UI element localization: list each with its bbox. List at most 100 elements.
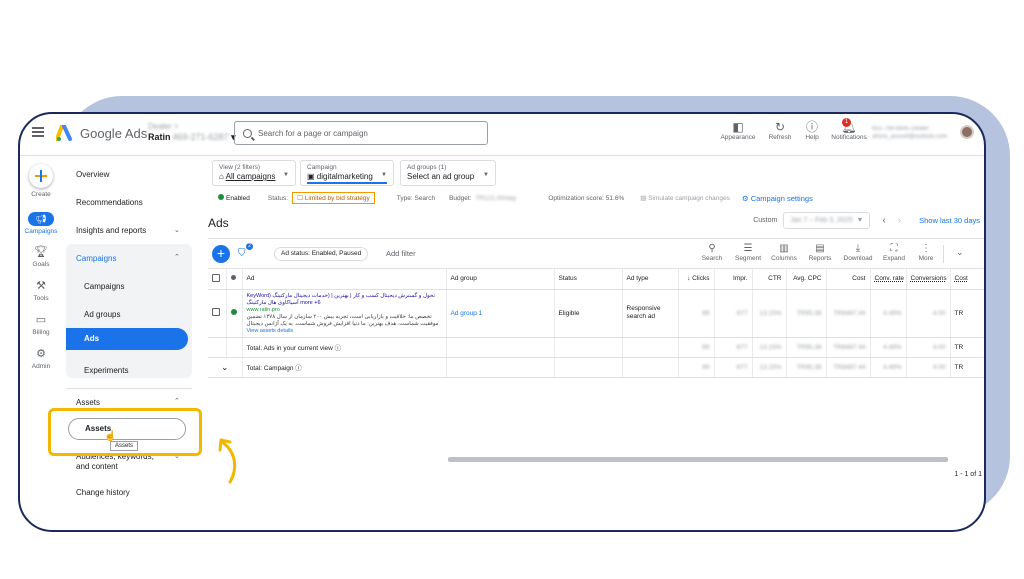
limited-status-badge[interactable]: ☐ Limited by bid strategy	[292, 192, 375, 204]
more-button[interactable]: ⋮ More	[908, 243, 944, 262]
select-all-cell[interactable]	[208, 269, 227, 290]
row-ctr: 13.15%	[752, 289, 787, 338]
caret-down-icon: ▼	[483, 172, 489, 178]
toolbar-divider	[943, 245, 944, 263]
col-ctr[interactable]: CTR	[752, 269, 787, 290]
reports-label: Reports	[808, 255, 832, 262]
row-avg-cpc: TR95.38	[786, 289, 827, 338]
add-filter-button[interactable]: Add filter	[386, 249, 416, 258]
nav-recommendations[interactable]: Recommendations	[76, 198, 143, 207]
rail-goals-label: Goals	[32, 261, 50, 268]
simulate-link[interactable]: ▨ Simulate campaign changes	[640, 194, 730, 202]
select-all-checkbox[interactable]	[212, 273, 220, 282]
nav-experiments[interactable]: Experiments	[84, 366, 128, 375]
enabled-status: Enabled	[218, 194, 250, 202]
help-icon: ⓘ	[805, 120, 818, 134]
help-button[interactable]: ⓘ Help	[798, 120, 826, 141]
columns-button[interactable]: ▥ Columns	[766, 243, 802, 262]
filter-icon[interactable]: ⛉	[238, 248, 246, 259]
optimization-score[interactable]: Optimization score: 51.6%	[548, 195, 624, 202]
chevron-left-icon[interactable]: ‹	[882, 215, 885, 226]
row-select-cell[interactable]	[208, 289, 227, 338]
chevron-up-icon[interactable]: ⌃	[174, 253, 180, 261]
ad-status-filter-chip[interactable]: Ad status: Enabled, Paused	[274, 247, 369, 261]
rail-goals[interactable]: 🏆︎ Goals	[20, 246, 62, 268]
row-cost: TR8487.44	[826, 289, 871, 338]
budget-label: Budget:	[449, 194, 472, 202]
col-ad-type[interactable]: Ad type	[622, 269, 679, 290]
nav-ad-groups[interactable]: Ad groups	[84, 310, 120, 319]
caret-down-icon: ▼	[283, 172, 289, 178]
col-ad[interactable]: Ad	[242, 269, 447, 290]
search-input[interactable]: Search for a page or campaign	[234, 121, 488, 145]
enabled-dot	[230, 309, 237, 315]
nav-divider	[66, 388, 192, 389]
refresh-button[interactable]: ↻ Refresh	[762, 120, 798, 141]
ads-table-card: + ⛉ 2 Ad status: Enabled, Paused Add fil…	[208, 238, 984, 478]
expand-button[interactable]: ⛶ Expand	[876, 243, 912, 262]
nav-change-history[interactable]: Change history	[76, 488, 130, 497]
segment-button[interactable]: ☰ Segment	[730, 243, 766, 262]
col-conversions[interactable]: Conversions	[906, 269, 951, 290]
menu-icon[interactable]	[32, 127, 44, 137]
ad-group-link[interactable]: Ad group 1	[446, 289, 555, 338]
horizontal-scrollbar[interactable]	[448, 457, 948, 462]
appearance-button[interactable]: ◧ Appearance	[714, 120, 762, 141]
empty-cell	[554, 337, 623, 358]
expand-total-chevron-icon[interactable]: ⌄	[208, 357, 243, 378]
rail-tools[interactable]: ⚒ Tools	[20, 280, 62, 302]
col-status[interactable]: Status	[554, 269, 623, 290]
search-icon: ⚲	[708, 243, 716, 254]
nav-campaigns-group[interactable]: Campaigns	[76, 254, 116, 263]
col-clicks[interactable]: ↓ Clicks	[678, 269, 715, 290]
add-ad-button[interactable]: +	[212, 245, 230, 263]
table-search-button[interactable]: ⚲ Search	[694, 243, 730, 262]
view-filter[interactable]: View (2 filters) ⌂ All campaigns ▼	[212, 160, 296, 186]
help-icon[interactable]: ⓘ	[295, 365, 302, 372]
ad-group-filter-label: Ad groups (1)	[407, 164, 447, 171]
reports-button[interactable]: ▤ Reports	[802, 243, 838, 262]
collapse-chevron-icon[interactable]: ⌄	[956, 247, 964, 258]
campaign-filter[interactable]: Campaign ▣ digitalmarketing ▼	[300, 160, 394, 186]
page-title: Ads	[208, 216, 229, 230]
col-cost-per-conv[interactable]: Cost	[950, 269, 984, 290]
help-icon[interactable]: ⓘ	[335, 345, 342, 352]
simulate-icon: ▨	[640, 195, 647, 202]
account-selector[interactable]: Dealer > Ratin 469-271-6287 ▾	[148, 122, 236, 142]
chevron-up-icon[interactable]: ⌃	[174, 397, 180, 405]
col-avg-cpc[interactable]: Avg. CPC	[786, 269, 827, 290]
ad-url: www.ratin.pro	[246, 307, 280, 313]
nav-ads[interactable]: Ads	[66, 328, 188, 350]
app-window: Google Ads Dealer > Ratin 469-271-6287 ▾ …	[18, 112, 986, 532]
user-info: 651-799-8845 Dealer ahora_aousef@outlook…	[872, 125, 947, 141]
rail-billing[interactable]: ▭ Billing	[20, 314, 62, 336]
col-impr[interactable]: Impr.	[714, 269, 753, 290]
show-last-30-days-button[interactable]: Show last 30 days	[919, 216, 980, 225]
nav-insights[interactable]: Insights and reports	[76, 226, 146, 235]
refresh-icon: ↻	[774, 120, 786, 134]
create-button[interactable]: Create	[20, 164, 62, 198]
campaign-settings-link[interactable]: ⚙ Campaign settings	[742, 194, 813, 203]
ad-headline-more: more +6 آسیاکاوی هال مارکتینگ	[246, 300, 321, 306]
col-cost[interactable]: Cost	[826, 269, 871, 290]
date-range-selector[interactable]: Jan 7 – Feb 3, 2025 ▼	[783, 212, 871, 229]
avatar[interactable]	[960, 125, 974, 139]
chevron-down-icon[interactable]: ⌄	[174, 226, 180, 234]
total-campaign-avg-cpc: TR95.38	[786, 357, 827, 378]
nav-assets-group[interactable]: Assets	[76, 398, 100, 407]
nav-campaigns[interactable]: Campaigns	[84, 282, 124, 291]
chevron-right-icon[interactable]: ›	[898, 215, 901, 226]
nav-overview[interactable]: Overview	[76, 170, 109, 179]
col-ad-group[interactable]: Ad group	[446, 269, 555, 290]
assets-tooltip: Assets	[110, 441, 139, 451]
rail-campaigns[interactable]: 📢︎ Campaigns	[20, 212, 62, 235]
rail-admin[interactable]: ⚙ Admin	[20, 348, 62, 370]
ad-preview-cell[interactable]: تحول و گسترش دیجیتال کسب و کار | بهترین …	[242, 289, 447, 338]
view-assets-details-link[interactable]: View assets details	[247, 328, 442, 335]
col-conv-rate[interactable]: Conv. rate	[870, 269, 907, 290]
ad-group-filter[interactable]: Ad groups (1) Select an ad group ▼	[400, 160, 496, 186]
nav-assets[interactable]: Assets	[68, 418, 186, 440]
row-checkbox[interactable]	[212, 308, 220, 316]
download-button[interactable]: ⤓ Download	[840, 243, 876, 262]
ad-headline: تحول و گسترش دیجیتال کسب و کار | بهترین …	[246, 293, 435, 299]
